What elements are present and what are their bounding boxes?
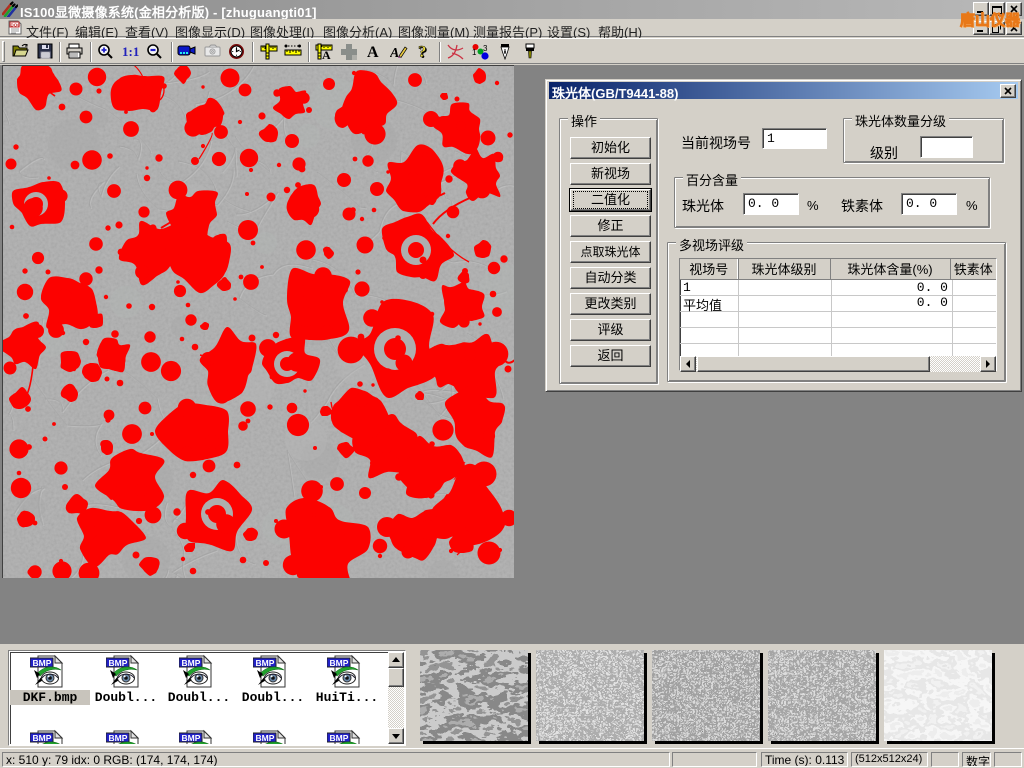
svg-text:BMP: BMP	[256, 733, 275, 743]
svg-text:3: 3	[483, 44, 488, 53]
svg-text:BMP: BMP	[330, 733, 349, 743]
svg-text:BMP: BMP	[33, 733, 52, 743]
svg-text:BMP: BMP	[109, 733, 128, 743]
svg-text:1: 1	[472, 48, 477, 57]
svg-text:BMP: BMP	[33, 658, 52, 668]
svg-text:DOC: DOC	[11, 23, 22, 28]
svg-text:?: ?	[418, 43, 427, 61]
svg-text:BMP: BMP	[182, 733, 201, 743]
svg-text:BMP: BMP	[109, 658, 128, 668]
svg-text:BMP: BMP	[256, 658, 275, 668]
svg-text:BMP: BMP	[330, 658, 349, 668]
svg-text:BMP: BMP	[182, 658, 201, 668]
svg-text:A: A	[367, 44, 379, 60]
svg-text:A: A	[390, 46, 399, 60]
svg-text:A: A	[322, 48, 331, 60]
svg-text:1:1: 1:1	[122, 44, 139, 59]
